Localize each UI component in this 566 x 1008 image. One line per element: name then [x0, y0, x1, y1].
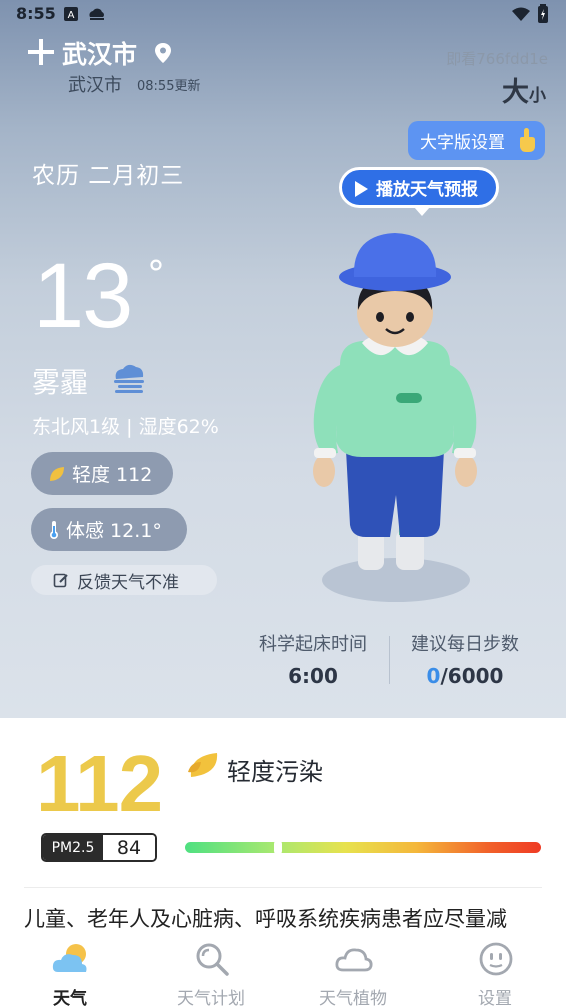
feedback-weather-button[interactable]: 反馈天气不准	[31, 565, 217, 595]
tab-weather-plant[interactable]: 天气植物	[303, 934, 403, 1008]
steps-target: /6000	[440, 664, 504, 688]
current-temperature: 13	[33, 245, 133, 347]
bottom-tab-bar: 天气 天气计划 天气植物 设置	[0, 934, 566, 1008]
update-time: 08:55更新	[137, 79, 201, 94]
add-city-icon[interactable]	[26, 36, 56, 68]
user-id-label: 即看766fdd1e	[446, 50, 548, 68]
health-advice: 儿童、老年人及心脏病、呼吸系统疾病患者应尽量减	[24, 907, 507, 931]
tab-weather[interactable]: 天气	[20, 934, 120, 1008]
haze-icon	[114, 364, 144, 393]
play-forecast-button[interactable]: 播放天气预报	[339, 167, 499, 216]
font-size-big-label: 大	[502, 77, 529, 108]
aqi-gradient-bar	[185, 840, 541, 855]
search-icon	[196, 943, 229, 976]
tab-weather-plant-label: 天气植物	[319, 989, 387, 1008]
wake-time-label: 科学起床时间	[259, 634, 367, 655]
tab-weather-plan[interactable]: 天气计划	[161, 934, 261, 1008]
battery-icon	[538, 4, 548, 23]
daily-steps-label: 建议每日步数	[411, 634, 519, 655]
thermometer-icon	[50, 520, 58, 539]
stat-divider	[389, 636, 390, 684]
play-icon	[355, 181, 368, 197]
notification-weather-icon	[89, 8, 104, 20]
weather-condition: 雾霾	[32, 366, 89, 399]
tab-weather-label: 天气	[53, 989, 87, 1008]
aqi-value: 112	[36, 739, 163, 828]
wind-humidity: 东北风1级 | 湿度62%	[32, 416, 219, 438]
pointing-hand-icon	[520, 128, 535, 152]
edit-icon	[53, 573, 68, 588]
aqi-leaf-icon	[188, 753, 218, 777]
status-bar: 8:55 A	[0, 0, 566, 30]
notification-app-icon: A	[64, 7, 78, 21]
svg-text:A: A	[68, 10, 75, 21]
wake-time-value: 6:00	[288, 664, 338, 688]
section-divider	[24, 887, 542, 888]
weather-cloud-sun-icon	[52, 944, 87, 972]
wifi-icon	[512, 7, 530, 21]
play-forecast-label: 播放天气预报	[376, 180, 478, 200]
daily-steps-stat: 建议每日步数 0/6000	[405, 630, 525, 688]
pm25-value: 84	[103, 835, 155, 860]
avatar-character[interactable]	[300, 225, 490, 610]
tab-settings[interactable]: 设置	[445, 934, 545, 1008]
feedback-label: 反馈天气不准	[77, 572, 179, 593]
tab-weather-plan-label: 天气计划	[177, 989, 245, 1008]
status-time: 8:55	[16, 4, 56, 23]
aqi-pill[interactable]: 轻度 112	[31, 452, 173, 495]
city-title[interactable]: 武汉市	[62, 35, 137, 71]
daily-steps-value: 0/6000	[405, 664, 525, 688]
degree-symbol: °	[147, 254, 165, 295]
font-size-small-label: 小	[529, 86, 546, 106]
font-size-toggle[interactable]: 大小	[502, 70, 546, 109]
feels-like-pill[interactable]: 体感 12.1°	[31, 508, 187, 551]
smiley-icon	[479, 942, 513, 976]
location-pin-icon	[155, 43, 171, 63]
steps-current: 0	[426, 664, 441, 688]
tab-settings-label: 设置	[478, 989, 512, 1008]
wake-time-stat: 科学起床时间 6:00	[254, 630, 372, 688]
leaf-icon	[50, 466, 64, 481]
lunar-date: 农历 二月初三	[32, 163, 185, 189]
city-subtitle: 武汉市	[68, 75, 122, 96]
pm25-box: PM2.5 84	[41, 833, 157, 862]
feels-like-label: 体感 12.1°	[66, 520, 162, 542]
bigfont-settings-label: 大字版设置	[420, 133, 505, 153]
bigfont-settings-tip[interactable]: 大字版设置	[408, 121, 545, 160]
aqi-bar-marker	[273, 840, 282, 855]
aqi-level: 轻度污染	[227, 758, 323, 786]
weather-hero: 8:55 A 武汉市 武汉市 08:55更新 即看766fdd1e 大小 大字版…	[0, 0, 566, 718]
aqi-pill-label: 轻度 112	[72, 464, 153, 486]
cloud-icon	[335, 948, 373, 972]
pm25-label: PM2.5	[43, 835, 103, 860]
